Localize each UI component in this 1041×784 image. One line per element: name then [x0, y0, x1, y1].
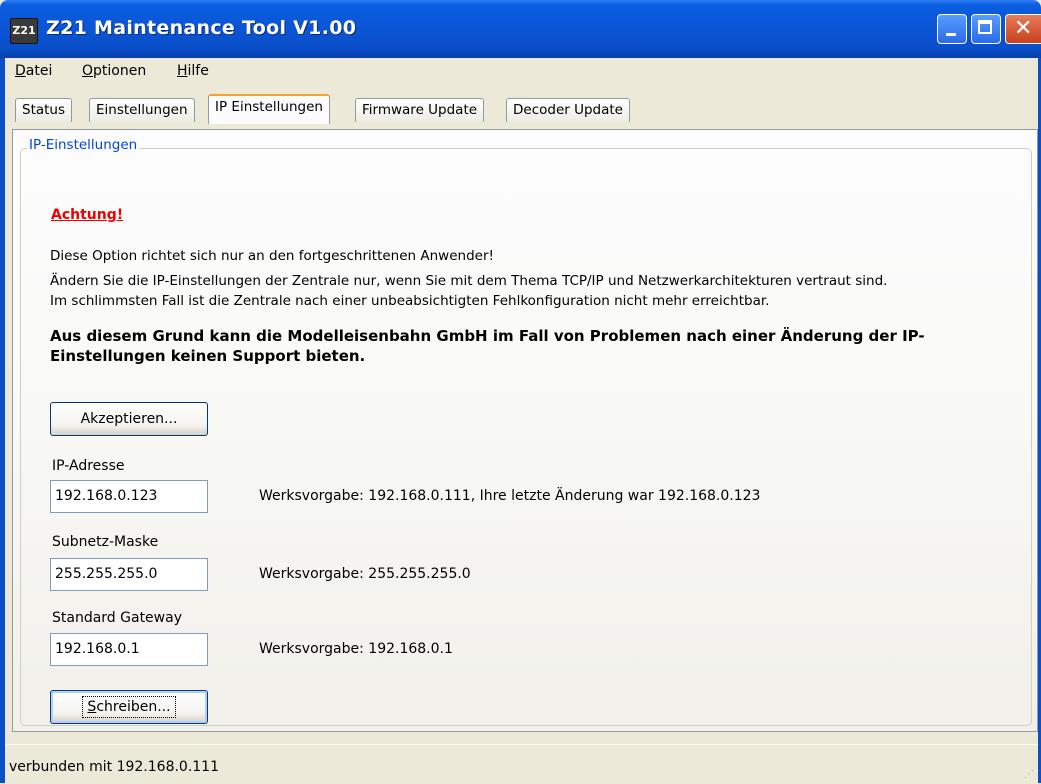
close-button[interactable]: ✕	[1005, 14, 1041, 44]
write-button-label: Schreiben...	[82, 696, 176, 718]
tab-einstellungen[interactable]: Einstellungen	[89, 98, 195, 122]
tab-firmware-update[interactable]: Firmware Update	[355, 98, 485, 122]
subnet-mask-label: Subnetz-Maske	[52, 534, 159, 550]
info-line-1: Diese Option richtet sich nur an den for…	[50, 248, 494, 264]
minimize-icon	[946, 33, 956, 36]
write-button-mnemonic: S	[87, 699, 97, 715]
menu-datei-mnemonic: D	[15, 63, 26, 79]
connection-status: verbunden mit 192.168.0.111	[9, 759, 219, 775]
status-bar: verbunden mit 192.168.0.111 ⋰	[5, 744, 1038, 784]
write-button-text: chreiben...	[96, 699, 171, 715]
ip-address-hint: Werksvorgabe: 192.168.0.111, Ihre letzte…	[259, 488, 761, 504]
gateway-hint: Werksvorgabe: 192.168.0.1	[259, 641, 453, 657]
group-legend: IP-Einstellungen	[27, 137, 140, 153]
resize-grip-icon[interactable]: ⋰	[1024, 769, 1034, 780]
support-warning: Aus diesem Grund kann die Modelleisenbah…	[50, 327, 925, 365]
ip-address-label: IP-Adresse	[52, 458, 125, 474]
close-icon: ✕	[1014, 16, 1033, 41]
tab-page: IP-Einstellungen Achtung! Diese Option r…	[12, 129, 1038, 732]
menu-optionen[interactable]: Optionen	[82, 63, 146, 79]
maximize-icon	[978, 20, 992, 34]
title-bar[interactable]: Z21 Z21 Maintenance Tool V1.00 ✕	[0, 0, 1041, 58]
menu-datei[interactable]: Datei	[15, 63, 52, 79]
menu-bar: Datei Optionen Hilfe	[5, 58, 1038, 88]
menu-optionen-label: ptionen	[93, 63, 147, 79]
ip-address-input[interactable]: 192.168.0.123	[50, 480, 208, 513]
window-title: Z21 Maintenance Tool V1.00	[46, 17, 357, 39]
tab-decoder-update[interactable]: Decoder Update	[506, 98, 630, 122]
tab-status[interactable]: Status	[15, 98, 73, 122]
tab-strip: Status Einstellungen IP Einstellungen Fi…	[5, 92, 1038, 128]
menu-hilfe-mnemonic: H	[177, 63, 188, 79]
menu-optionen-mnemonic: O	[82, 63, 94, 79]
gateway-input[interactable]: 192.168.0.1	[50, 633, 208, 666]
ip-settings-group: IP-Einstellungen Achtung! Diese Option r…	[20, 137, 1032, 726]
gateway-label: Standard Gateway	[52, 610, 182, 626]
maximize-button[interactable]	[971, 14, 1001, 44]
subnet-mask-input[interactable]: 255.255.255.0	[50, 558, 208, 591]
tab-ip-einstellungen[interactable]: IP Einstellungen	[208, 94, 330, 124]
info-line-3: Im schlimmsten Fall ist die Zentrale nac…	[50, 293, 770, 309]
window-frame-left	[0, 58, 5, 783]
app-icon: Z21	[10, 18, 38, 44]
menu-datei-label: atei	[25, 63, 53, 79]
menu-hilfe[interactable]: Hilfe	[177, 63, 209, 79]
minimize-button[interactable]	[937, 14, 967, 44]
info-line-2: Ändern Sie die IP-Einstellungen der Zent…	[50, 273, 888, 289]
accept-button[interactable]: Akzeptieren...	[50, 402, 208, 436]
menu-hilfe-label: ilfe	[187, 63, 209, 79]
subnet-mask-hint: Werksvorgabe: 255.255.255.0	[259, 566, 471, 582]
write-button[interactable]: Schreiben...	[50, 690, 208, 724]
warning-title: Achtung!	[51, 207, 124, 223]
